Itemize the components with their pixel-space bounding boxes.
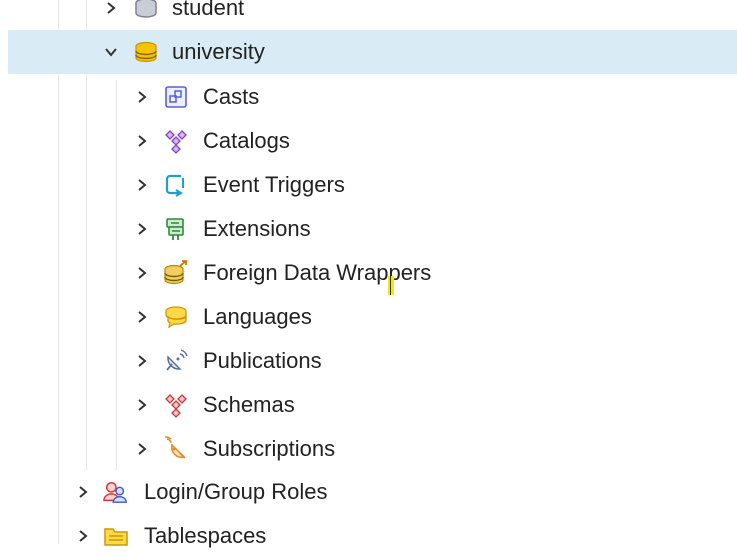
tree-node-catalogs[interactable]: Catalogs bbox=[0, 119, 737, 163]
extensions-icon bbox=[163, 216, 189, 242]
casts-icon bbox=[163, 84, 189, 110]
tree-node-label: Tablespaces bbox=[144, 523, 267, 548]
tree-node-label: Languages bbox=[203, 304, 312, 329]
database-icon bbox=[133, 0, 159, 21]
tree-node-publications[interactable]: Publications bbox=[0, 339, 737, 383]
tree-node-label: Catalogs bbox=[203, 128, 290, 153]
foreign-data-wrappers-icon bbox=[163, 260, 189, 286]
tree-node-schemas[interactable]: Schemas bbox=[0, 383, 737, 427]
database-icon bbox=[133, 39, 159, 65]
tree-node-label: university bbox=[172, 39, 265, 64]
tree-node-label: Extensions bbox=[203, 216, 311, 241]
chevron-right-icon[interactable] bbox=[134, 383, 150, 427]
chevron-right-icon[interactable] bbox=[103, 0, 119, 30]
chevron-right-icon[interactable] bbox=[134, 163, 150, 207]
chevron-down-icon[interactable] bbox=[103, 30, 119, 74]
chevron-right-icon[interactable] bbox=[75, 470, 91, 514]
chevron-right-icon[interactable] bbox=[134, 75, 150, 119]
tree-node-student[interactable]: student bbox=[0, 0, 737, 30]
tree-node-label: Foreign Data Wrappers bbox=[203, 260, 432, 285]
subscriptions-icon bbox=[163, 436, 189, 462]
schemas-icon bbox=[163, 392, 189, 418]
chevron-right-icon[interactable] bbox=[134, 119, 150, 163]
tree-node-label: Publications bbox=[203, 348, 322, 373]
tree-node-subscriptions[interactable]: Subscriptions bbox=[0, 427, 737, 471]
tree-node-extensions[interactable]: Extensions bbox=[0, 207, 737, 251]
catalogs-icon bbox=[163, 128, 189, 154]
tree-node-label: Casts bbox=[203, 84, 260, 109]
tree-node-label: Schemas bbox=[203, 392, 295, 417]
tree-node-foreign-data-wrappers[interactable]: Foreign Data Wrappers bbox=[0, 251, 737, 295]
chevron-right-icon[interactable] bbox=[134, 207, 150, 251]
tree-node-casts[interactable]: Casts bbox=[0, 75, 737, 119]
languages-icon bbox=[163, 304, 189, 330]
tree-node-label: Subscriptions bbox=[203, 436, 336, 461]
tree-node-label: Event Triggers bbox=[203, 172, 345, 197]
chevron-right-icon[interactable] bbox=[75, 514, 91, 558]
chevron-right-icon[interactable] bbox=[134, 339, 150, 383]
tree-node-tablespaces[interactable]: Tablespaces bbox=[0, 514, 737, 558]
tree-node-login-group-roles[interactable]: Login/Group Roles bbox=[0, 470, 737, 514]
tree-node-label: student bbox=[172, 0, 245, 20]
tablespaces-icon bbox=[103, 523, 129, 549]
chevron-right-icon[interactable] bbox=[134, 295, 150, 339]
text-cursor-highlight bbox=[388, 276, 394, 295]
event-triggers-icon bbox=[163, 172, 189, 198]
tree-node-languages[interactable]: Languages bbox=[0, 295, 737, 339]
tree-node-event-triggers[interactable]: Event Triggers bbox=[0, 163, 737, 207]
publications-icon bbox=[163, 348, 189, 374]
tree-node-label: Login/Group Roles bbox=[144, 479, 328, 504]
chevron-right-icon[interactable] bbox=[134, 251, 150, 295]
tree-node-university[interactable]: university bbox=[8, 30, 737, 74]
login-group-roles-icon bbox=[103, 479, 129, 505]
chevron-right-icon[interactable] bbox=[134, 427, 150, 471]
